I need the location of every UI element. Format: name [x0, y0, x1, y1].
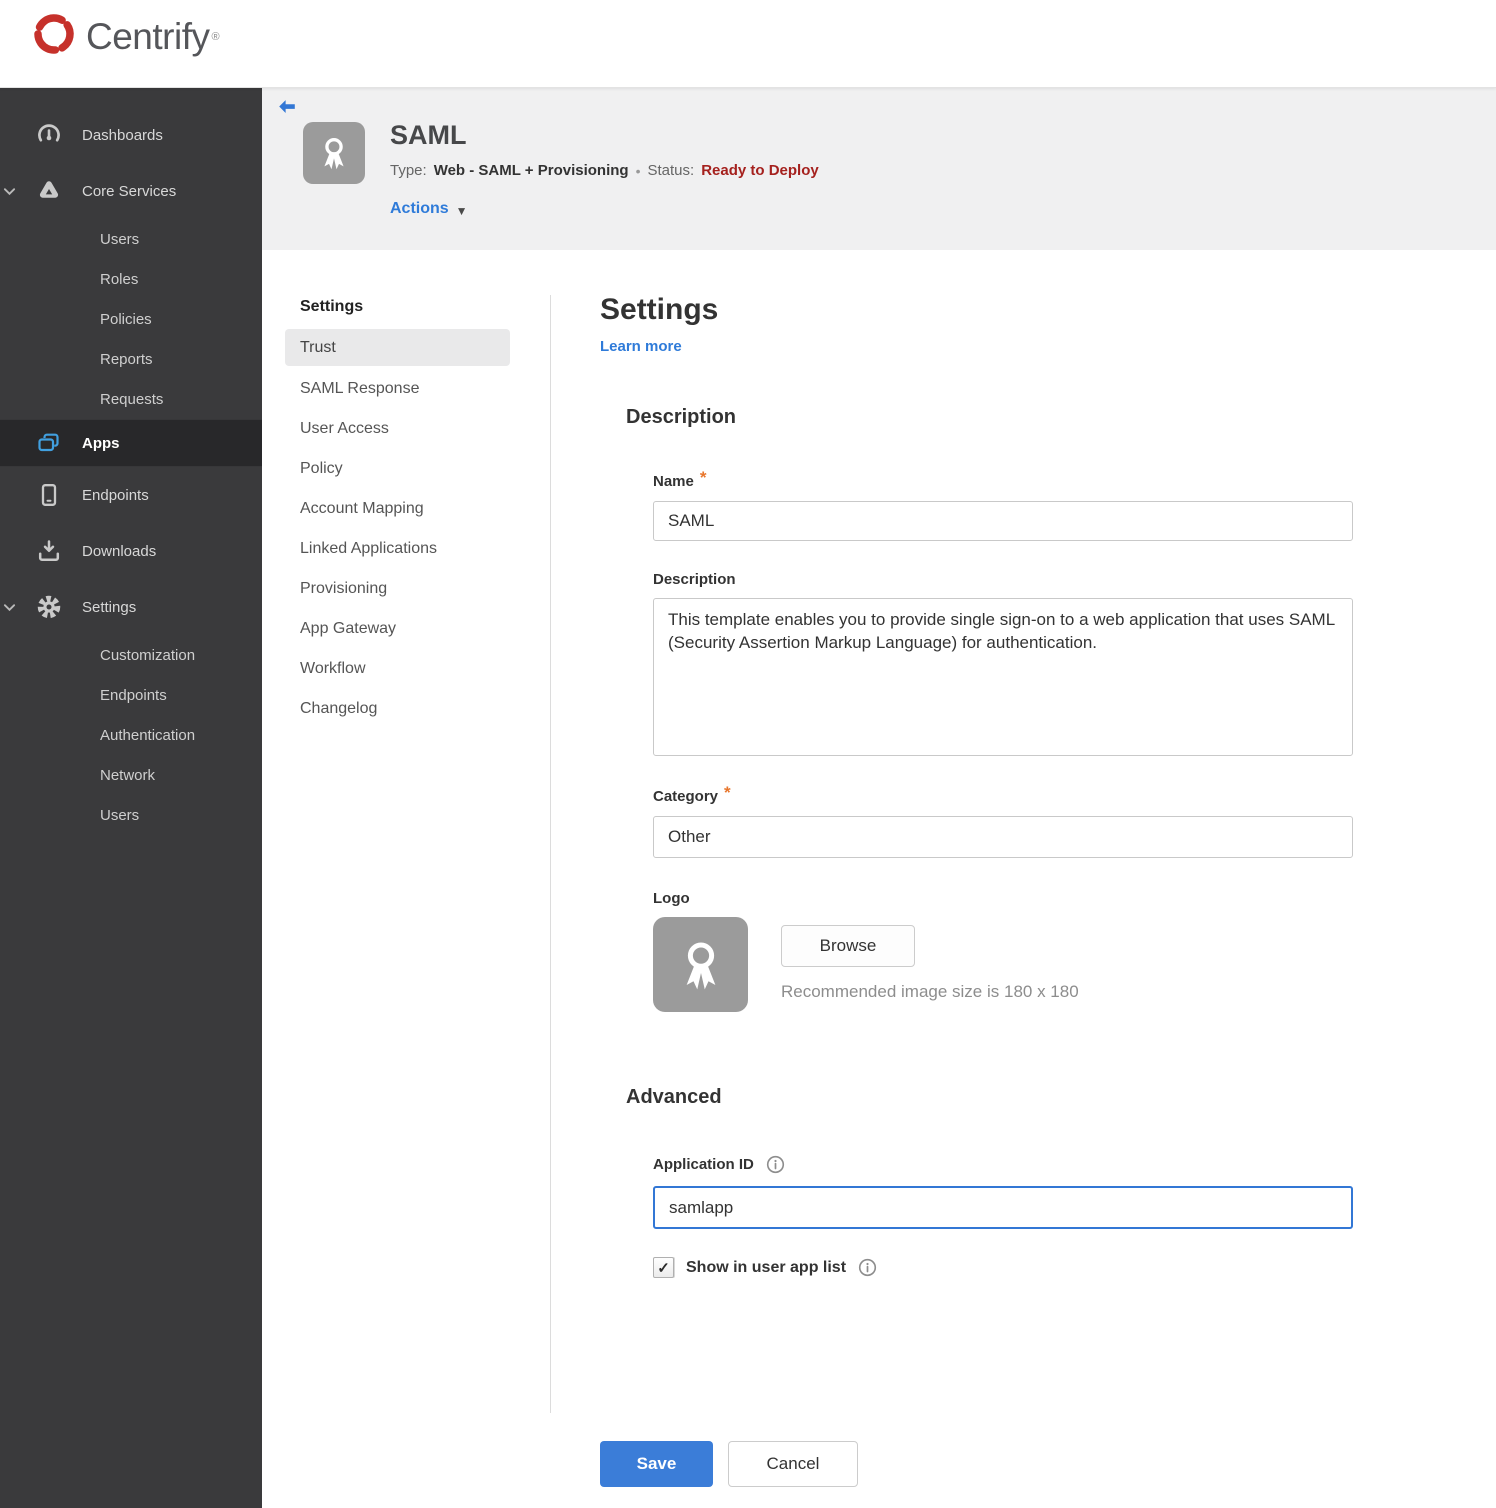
- sidebar-item-policies[interactable]: Policies: [0, 299, 262, 339]
- vertical-divider: [550, 295, 551, 1413]
- subnav-item-trust[interactable]: Trust: [285, 329, 510, 366]
- info-icon[interactable]: [858, 1258, 877, 1277]
- show-in-app-list-checkbox[interactable]: ✓: [653, 1257, 674, 1278]
- description-label: Description: [653, 571, 736, 588]
- show-in-app-list-label: Show in user app list: [686, 1258, 847, 1276]
- apps-icon: [36, 430, 62, 456]
- application-id-label: Application ID: [653, 1155, 1380, 1174]
- sidebar-item-downloads[interactable]: Downloads: [0, 523, 262, 579]
- subnav-header: Settings: [300, 298, 364, 315]
- chevron-down-icon: [3, 601, 16, 619]
- sidebar-item-apps[interactable]: Apps: [0, 419, 262, 467]
- logo-preview: [653, 917, 748, 1012]
- name-field[interactable]: [653, 501, 1353, 541]
- sidebar-item-core-services[interactable]: Core Services: [0, 163, 262, 219]
- centrify-swirl-icon: [30, 10, 78, 63]
- sidebar-item-endpoints-settings[interactable]: Endpoints: [0, 675, 262, 715]
- sidebar: Dashboards Core Services Users Roles Pol…: [0, 88, 262, 1508]
- checkmark-icon: ✓: [657, 1259, 670, 1277]
- core-services-icon: [36, 178, 62, 204]
- page: Centrify ® Dashboards Core Services User…: [0, 0, 1496, 1508]
- ribbon-icon: [686, 942, 715, 989]
- actions-dropdown[interactable]: Actions ▼: [390, 200, 468, 218]
- gear-icon: [36, 594, 62, 620]
- app-header: SAML Type: Web - SAML + Provisioning • S…: [262, 88, 1496, 250]
- form-footer: Save Cancel: [600, 1441, 858, 1487]
- name-label: Name *: [653, 468, 707, 490]
- required-asterisk: *: [699, 468, 707, 487]
- caret-down-icon: ▼: [455, 203, 468, 218]
- subnav-item-saml-response[interactable]: SAML Response: [262, 369, 550, 409]
- save-button[interactable]: Save: [600, 1441, 713, 1487]
- description-section-heading: Description: [626, 406, 737, 428]
- app-meta: Type: Web - SAML + Provisioning • Status…: [390, 162, 819, 179]
- sidebar-item-authentication[interactable]: Authentication: [0, 715, 262, 755]
- sidebar-item-users[interactable]: Users: [0, 219, 262, 259]
- registered-mark: ®: [211, 30, 220, 43]
- sidebar-item-roles[interactable]: Roles: [0, 259, 262, 299]
- sidebar-item-reports[interactable]: Reports: [0, 339, 262, 379]
- subnav-item-changelog[interactable]: Changelog: [262, 689, 550, 729]
- category-field[interactable]: [653, 816, 1353, 858]
- cancel-button[interactable]: Cancel: [728, 1441, 858, 1487]
- learn-more-link[interactable]: Learn more: [600, 338, 682, 355]
- subnav-item-policy[interactable]: Policy: [262, 449, 550, 489]
- sidebar-item-settings[interactable]: Settings: [0, 579, 262, 635]
- page-title: Settings: [600, 293, 719, 326]
- advanced-section-heading: Advanced: [626, 1086, 722, 1108]
- show-in-app-list-row: ✓ Show in user app list: [653, 1257, 1380, 1278]
- chevron-down-icon: [3, 185, 16, 203]
- logo-size-hint: Recommended image size is 180 x 180: [781, 982, 1079, 1001]
- required-asterisk: *: [724, 783, 731, 802]
- subnav-item-app-gateway[interactable]: App Gateway: [262, 609, 550, 649]
- brand-name: Centrify: [86, 15, 210, 57]
- subnav-item-account-mapping[interactable]: Account Mapping: [262, 489, 550, 529]
- browse-button[interactable]: Browse: [781, 925, 915, 967]
- ribbon-icon: [324, 138, 344, 170]
- top-bar: Centrify ®: [0, 0, 1496, 88]
- brand-logo: Centrify ®: [30, 10, 220, 63]
- separator-dot: •: [635, 162, 641, 179]
- subnav-item-user-access[interactable]: User Access: [262, 409, 550, 449]
- sidebar-item-dashboards[interactable]: Dashboards: [0, 107, 262, 163]
- category-label: Category *: [653, 783, 731, 805]
- status-value: Ready to Deploy: [701, 162, 819, 179]
- description-field[interactable]: This template enables you to provide sin…: [653, 598, 1353, 756]
- actions-label: Actions: [390, 200, 449, 217]
- endpoints-icon: [36, 482, 62, 508]
- app-subnav: Settings Trust SAML Response User Access…: [262, 250, 550, 729]
- sidebar-item-requests[interactable]: Requests: [0, 379, 262, 419]
- back-arrow-icon[interactable]: [276, 96, 298, 118]
- application-id-field[interactable]: [653, 1186, 1353, 1229]
- type-label: Type:: [390, 162, 427, 179]
- type-value: Web - SAML + Provisioning: [433, 162, 629, 179]
- status-label: Status:: [647, 162, 695, 179]
- downloads-icon: [36, 538, 62, 564]
- info-icon[interactable]: [766, 1155, 785, 1174]
- sidebar-item-users-settings[interactable]: Users: [0, 795, 262, 835]
- sidebar-item-endpoints[interactable]: Endpoints: [0, 467, 262, 523]
- logo-label: Logo: [653, 890, 690, 907]
- sidebar-item-customization[interactable]: Customization: [0, 635, 262, 675]
- subnav-item-workflow[interactable]: Workflow: [262, 649, 550, 689]
- sidebar-item-network[interactable]: Network: [0, 755, 262, 795]
- subnav-item-linked-applications[interactable]: Linked Applications: [262, 529, 550, 569]
- settings-panel: Settings Learn more Description Name * D…: [600, 250, 1380, 1278]
- subnav-item-provisioning[interactable]: Provisioning: [262, 569, 550, 609]
- app-logo: [303, 122, 365, 184]
- logo-row: Browse Recommended image size is 180 x 1…: [653, 917, 1380, 1012]
- app-title: SAML: [390, 120, 467, 150]
- gauge-icon: [36, 122, 62, 148]
